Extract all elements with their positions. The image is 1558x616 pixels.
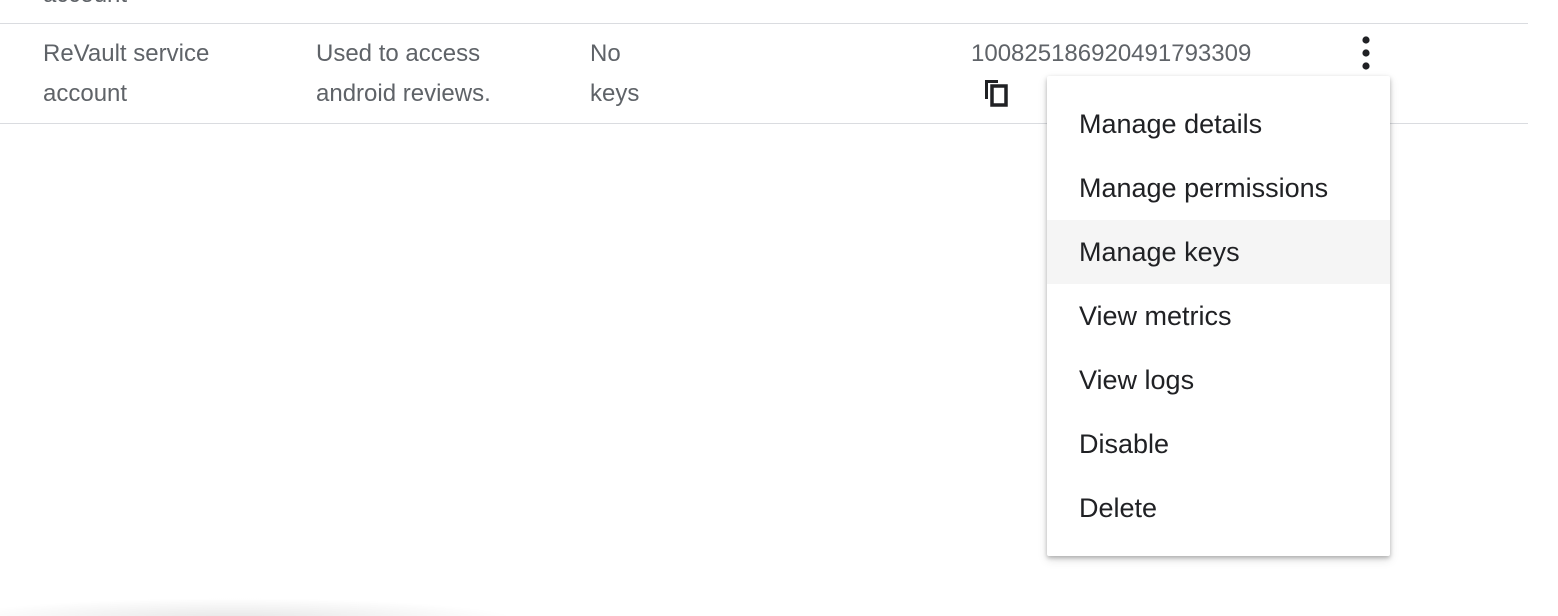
previous-row-name: account: [43, 0, 127, 8]
actions-menu: Manage details Manage permissions Manage k…: [1047, 76, 1390, 556]
service-account-description: Used to access android reviews.: [316, 40, 491, 107]
copy-icon: [985, 80, 1008, 107]
menu-item-manage-keys[interactable]: Manage keys: [1047, 220, 1390, 284]
menu-item-disable[interactable]: Disable: [1047, 412, 1390, 476]
menu-item-view-metrics[interactable]: View metrics: [1047, 284, 1390, 348]
service-account-unique-id: 100825186920491793309: [971, 40, 1252, 67]
more-vert-icon: [1362, 36, 1370, 70]
table-row-previous: account: [0, 0, 1528, 24]
menu-item-delete[interactable]: Delete: [1047, 476, 1390, 540]
menu-item-manage-details[interactable]: Manage details: [1047, 92, 1390, 156]
service-account-keys: No keys: [590, 40, 640, 107]
service-accounts-page: account ReVault service account Used to …: [0, 0, 1558, 616]
more-actions-button[interactable]: [1350, 35, 1382, 75]
copy-id-button[interactable]: [982, 78, 1010, 108]
menu-item-view-logs[interactable]: View logs: [1047, 348, 1390, 412]
bottom-shadow: [0, 598, 520, 616]
menu-item-manage-permissions[interactable]: Manage permissions: [1047, 156, 1390, 220]
service-account-name: ReVault service account: [43, 40, 210, 107]
